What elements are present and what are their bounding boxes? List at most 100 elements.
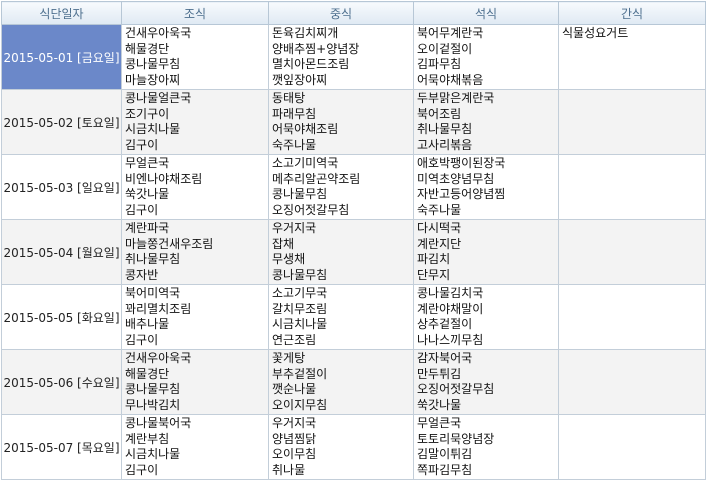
lunch-menu-list: 우거지국 양념찜닭 오이무침 취나물 (269, 416, 413, 478)
lunch-menu-cell[interactable]: 소고기미역국 메추리알곤약조림 콩나물무침 오징어젓갈무침 (268, 154, 414, 220)
breakfast-menu-cell[interactable]: 건새우아욱국 해물경단 콩나물무침 마늘장아찌 (121, 24, 269, 90)
meal-date-cell[interactable]: 2015-05-02 [토요일] (1, 89, 122, 155)
breakfast-menu-cell[interactable]: 콩나물얼큰국 조기구이 시금치나물 김구이 (121, 89, 269, 155)
meal-date-cell[interactable]: 2015-05-01 [금요일] (1, 24, 122, 90)
snack-menu-cell[interactable] (558, 414, 706, 480)
lunch-menu-list: 동태탕 파래무침 어묵야채조림 숙주나물 (269, 91, 413, 153)
menu-item: 우거지국 (272, 221, 317, 235)
menu-item: 오징어젓갈무침 (417, 382, 495, 396)
menu-item: 북어조림 (417, 106, 462, 121)
menu-item: 콩나물무침 (125, 382, 181, 396)
meal-date-cell[interactable]: 2015-05-04 [월요일] (1, 219, 122, 285)
dinner-menu-cell[interactable]: 감자북어국 만두튀김 오징어젓갈무침 쑥갓나물 (413, 349, 559, 415)
column-header-snack[interactable]: 간식 (558, 1, 706, 25)
menu-item: 토토리묵양념장 (417, 431, 495, 446)
table-row[interactable]: 2015-05-03 [일요일] 무얼큰국 비엔나야채조림 쑥갓나물 김구이 소고기미역국… (1, 154, 706, 220)
menu-item: 숙주나물 (417, 202, 462, 217)
snack-menu-cell[interactable] (558, 219, 706, 285)
menu-item: 오이겉절이 (417, 41, 473, 56)
menu-item: 김말이튀김 (417, 447, 473, 461)
snack-menu-cell[interactable] (558, 89, 706, 155)
dinner-menu-cell[interactable]: 다시떡국 계란지단 파김치 단무지 (413, 219, 559, 285)
menu-item: 고사리볶음 (417, 137, 473, 152)
table-row[interactable]: 2015-05-01 [금요일] 건새우아욱국 해물경단 콩나물무침 마늘장아찌 돈육김치… (1, 24, 706, 90)
menu-item: 상추겉절이 (417, 317, 473, 331)
menu-item: 미역초양념무침 (417, 171, 495, 186)
menu-item: 건새우아욱국 (125, 351, 192, 365)
menu-item: 만두튀김 (417, 366, 462, 381)
dinner-menu-cell[interactable]: 애호박팽이된장국 미역초양념무침 자반고등어양념찜 숙주나물 (413, 154, 559, 220)
lunch-menu-list: 우거지국 잡채 무생채 콩나물무침 (269, 221, 413, 283)
menu-item: 양배추찜+양념장 (272, 41, 360, 56)
lunch-menu-cell[interactable]: 돈육김치찌개 양배추찜+양념장 멸치아몬드조림 깻잎장아찌 (268, 24, 414, 90)
breakfast-menu-cell[interactable]: 건새우아욱국 해물경단 콩나물무침 무나박김치 (121, 349, 269, 415)
column-header-dinner[interactable]: 석식 (413, 1, 559, 25)
column-header-date[interactable]: 식단일자 (1, 1, 122, 25)
menu-item: 나나스끼무침 (417, 332, 484, 347)
breakfast-menu-cell[interactable]: 무얼큰국 비엔나야채조림 쑥갓나물 김구이 (121, 154, 269, 220)
meal-date-cell[interactable]: 2015-05-07 [목요일] (1, 414, 122, 480)
snack-menu-cell[interactable] (558, 154, 706, 220)
menu-item: 오이무침 (272, 447, 317, 461)
menu-item: 콩나물북어국 (125, 416, 192, 430)
menu-item: 오징어젓갈무침 (272, 202, 350, 217)
lunch-menu-cell[interactable]: 꽃게탕 부추겉절이 깻순나물 오이지무침 (268, 349, 414, 415)
breakfast-menu-cell[interactable]: 북어미역국 꽈리멸치조림 배추나물 김구이 (121, 284, 269, 350)
breakfast-menu-list: 콩나물북어국 계란부침 시금치나물 김구이 (122, 416, 268, 478)
breakfast-menu-list: 북어미역국 꽈리멸치조림 배추나물 김구이 (122, 286, 268, 348)
meal-schedule: 식단일자 조식 중식 석식 간식 2015-05-01 [금요일] 건새우아욱국 해… (1, 1, 706, 480)
table-row[interactable]: 2015-05-06 [수요일] 건새우아욱국 해물경단 콩나물무침 무나박김치 꽃게탕 부… (1, 349, 706, 415)
breakfast-menu-list: 건새우아욱국 해물경단 콩나물무침 무나박김치 (122, 351, 268, 413)
menu-item: 갈치무조림 (272, 301, 328, 316)
meal-date-cell[interactable]: 2015-05-06 [수요일] (1, 349, 122, 415)
lunch-menu-cell[interactable]: 동태탕 파래무침 어묵야채조림 숙주나물 (268, 89, 414, 155)
menu-item: 김구이 (125, 202, 159, 217)
dinner-menu-list: 두부맑은계란국 북어조림 취나물무침 고사리볶음 (414, 91, 558, 153)
menu-item: 콩나물무침 (125, 57, 181, 71)
menu-item: 깻잎장아찌 (272, 72, 328, 87)
dinner-menu-cell[interactable]: 북어무계란국 오이겉절이 김파무침 어묵야채볶음 (413, 24, 559, 90)
menu-item: 애호박팽이된장국 (417, 156, 506, 170)
menu-item: 마늘장아찌 (125, 72, 181, 87)
breakfast-menu-cell[interactable]: 계란파국 마늘쫑건새우조림 취나물무침 콩자반 (121, 219, 269, 285)
menu-item: 계란파국 (125, 221, 170, 235)
dinner-menu-cell[interactable]: 두부맑은계란국 북어조림 취나물무침 고사리볶음 (413, 89, 559, 155)
lunch-menu-list: 돈육김치찌개 양배추찜+양념장 멸치아몬드조림 깻잎장아찌 (269, 26, 413, 88)
snack-menu-cell[interactable] (558, 349, 706, 415)
menu-item: 콩자반 (125, 267, 159, 282)
snack-menu-cell[interactable]: 식물성요거트 (558, 24, 706, 90)
breakfast-menu-cell[interactable]: 콩나물북어국 계란부침 시금치나물 김구이 (121, 414, 269, 480)
menu-item: 해물경단 (125, 41, 170, 56)
menu-item: 해물경단 (125, 366, 170, 381)
dinner-menu-cell[interactable]: 무얼큰국 토토리묵양념장 김말이튀김 쪽파김무침 (413, 414, 559, 480)
menu-item: 시금치나물 (272, 317, 328, 331)
menu-item: 어묵야채조림 (272, 122, 339, 136)
lunch-menu-cell[interactable]: 우거지국 잡채 무생채 콩나물무침 (268, 219, 414, 285)
menu-item: 배추나물 (125, 317, 170, 331)
lunch-menu-cell[interactable]: 소고기무국 갈치무조림 시금치나물 연근조림 (268, 284, 414, 350)
menu-item: 돈육김치찌개 (272, 26, 339, 40)
menu-item: 메추리알곤약조림 (272, 171, 361, 186)
column-header-lunch[interactable]: 중식 (268, 1, 414, 25)
snack-menu-cell[interactable] (558, 284, 706, 350)
snack-menu-list: 식물성요거트 (559, 26, 705, 42)
dinner-menu-cell[interactable]: 콩나물김치국 계란야채말이 상추겉절이 나나스끼무침 (413, 284, 559, 350)
meal-date-cell[interactable]: 2015-05-05 [화요일] (1, 284, 122, 350)
table-row[interactable]: 2015-05-02 [토요일] 콩나물얼큰국 조기구이 시금치나물 김구이 동태탕 파래무… (1, 89, 706, 155)
menu-item: 감자북어국 (417, 351, 473, 365)
menu-item: 단무지 (417, 267, 451, 282)
breakfast-menu-list: 건새우아욱국 해물경단 콩나물무침 마늘장아찌 (122, 26, 268, 88)
dinner-menu-list: 다시떡국 계란지단 파김치 단무지 (414, 221, 558, 283)
lunch-menu-list: 꽃게탕 부추겉절이 깻순나물 오이지무침 (269, 351, 413, 413)
meal-date-cell[interactable]: 2015-05-03 [일요일] (1, 154, 122, 220)
menu-item: 무생채 (272, 252, 306, 266)
column-header-breakfast[interactable]: 조식 (121, 1, 269, 25)
table-row[interactable]: 2015-05-07 [목요일] 콩나물북어국 계란부침 시금치나물 김구이 우거지국 양념… (1, 414, 706, 480)
menu-item: 북어미역국 (125, 286, 181, 300)
menu-item: 무나박김치 (125, 397, 181, 412)
dinner-menu-list: 무얼큰국 토토리묵양념장 김말이튀김 쪽파김무침 (414, 416, 558, 478)
table-row[interactable]: 2015-05-05 [화요일] 북어미역국 꽈리멸치조림 배추나물 김구이 소고기무국 갈… (1, 284, 706, 350)
lunch-menu-cell[interactable]: 우거지국 양념찜닭 오이무침 취나물 (268, 414, 414, 480)
menu-item: 잡채 (272, 236, 295, 251)
table-row[interactable]: 2015-05-04 [월요일] 계란파국 마늘쫑건새우조림 취나물무침 콩자반 우거지국… (1, 219, 706, 285)
